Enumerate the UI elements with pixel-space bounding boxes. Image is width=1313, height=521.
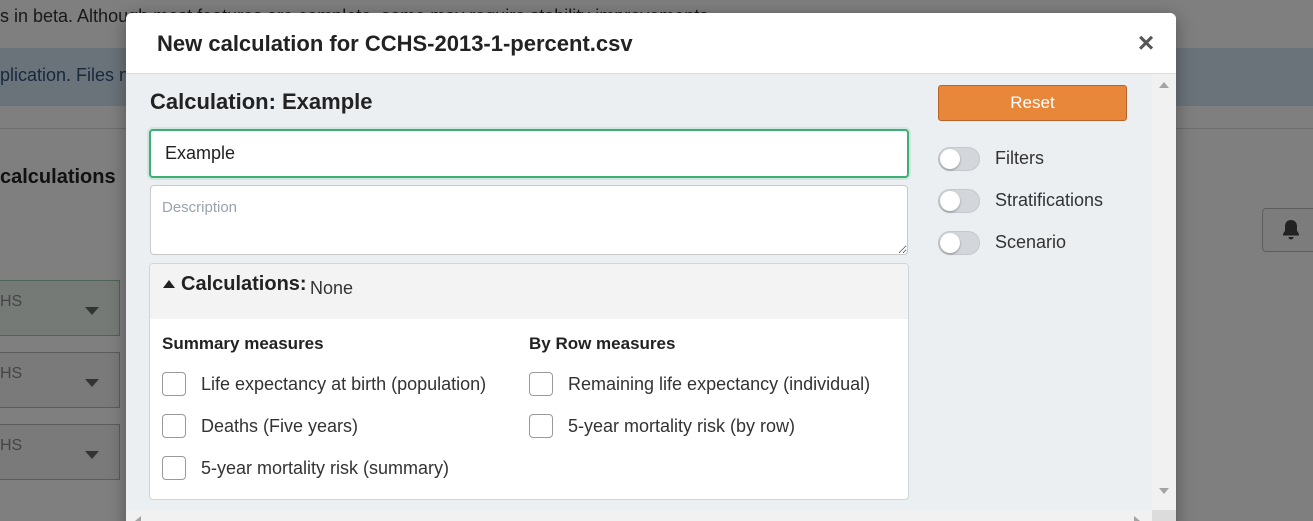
toggle-label: Scenario (995, 232, 1067, 252)
horizontal-scrollbar[interactable] (126, 510, 1152, 521)
toggle-switch[interactable] (938, 147, 980, 171)
calculations-label: Calculations: (181, 273, 307, 295)
summary-measures-title: Summary measures (162, 334, 324, 353)
checkbox-label: Life expectancy at birth (population) (201, 374, 487, 394)
scrollbar-corner (1152, 510, 1176, 521)
calculations-panel: Calculations: None Summary measures Life… (149, 263, 909, 500)
dialog-body: Calculation: Example Calculations: None … (126, 74, 1152, 510)
checkbox[interactable] (162, 456, 186, 480)
checkbox-label: 5-year mortality risk (by row) (568, 416, 796, 436)
toggle-label: Filters (995, 148, 1044, 168)
by-row-measures-title: By Row measures (529, 334, 676, 353)
description-field[interactable] (150, 185, 908, 255)
vertical-scrollbar[interactable] (1152, 74, 1176, 510)
toggle-knob (940, 233, 960, 253)
scroll-left-icon[interactable] (135, 516, 141, 521)
toggle-switch[interactable] (938, 189, 980, 213)
reset-button[interactable]: Reset (938, 85, 1127, 121)
checkbox[interactable] (162, 372, 186, 396)
close-icon[interactable]: × (1132, 29, 1160, 58)
calculation-heading: Calculation: Example (150, 89, 373, 114)
scroll-right-icon[interactable] (1134, 516, 1140, 521)
scroll-up-icon[interactable] (1159, 82, 1169, 88)
dialog-header: New calculation for CCHS-2013-1-percent.… (126, 13, 1176, 74)
calculation-name-input[interactable] (149, 129, 909, 178)
calculations-selected-value: None (310, 278, 354, 298)
toggle-knob (940, 191, 960, 211)
checkbox-label: 5-year mortality risk (summary) (201, 458, 450, 478)
toggle-knob (940, 149, 960, 169)
checkbox-label: Remaining life expectancy (individual) (568, 374, 871, 394)
dialog-title: New calculation for CCHS-2013-1-percent.… (157, 31, 633, 56)
calculations-panel-toggle[interactable]: Calculations: None (150, 264, 908, 319)
checkbox-label: Deaths (Five years) (201, 416, 359, 436)
caret-up-icon (163, 280, 175, 288)
toggle-label: Stratifications (995, 190, 1104, 210)
new-calculation-dialog: New calculation for CCHS-2013-1-percent.… (126, 13, 1176, 521)
scroll-down-icon[interactable] (1159, 488, 1169, 494)
checkbox[interactable] (529, 372, 553, 396)
checkbox[interactable] (162, 414, 186, 438)
toggle-switch[interactable] (938, 231, 980, 255)
checkbox[interactable] (529, 414, 553, 438)
